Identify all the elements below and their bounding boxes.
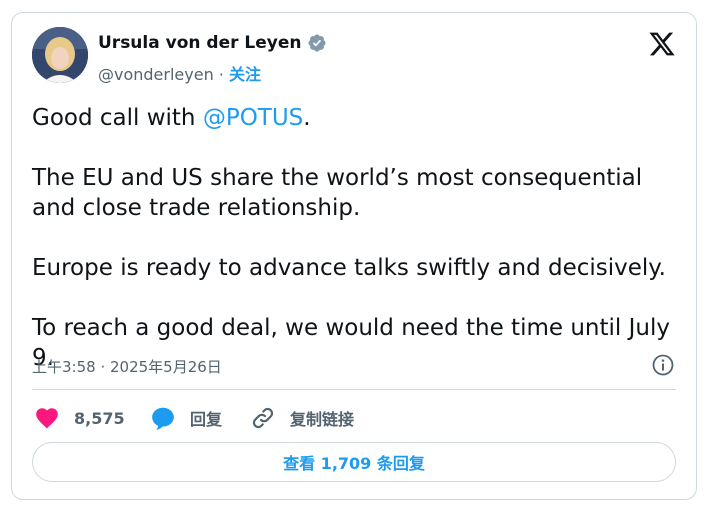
like-count: 8,575 <box>74 408 125 428</box>
follow-button[interactable]: 关注 <box>229 65 261 84</box>
tweet-text-prefix: Good call with <box>32 105 203 131</box>
view-replies-label: 查看 1,709 条回复 <box>283 454 425 473</box>
mention-link[interactable]: @POTUS <box>203 105 303 131</box>
copy-link-button[interactable]: 复制链接 <box>250 405 354 431</box>
author-name-text[interactable]: Ursula von der Leyen <box>98 33 302 53</box>
tweet-paragraph-1: Good call with @POTUS. <box>32 103 682 133</box>
handle-separator: · <box>213 65 229 84</box>
tweet-paragraph-3: Europe is ready to advance talks swiftly… <box>32 255 666 281</box>
tweet-timestamp[interactable]: 上午3:58 · 2025年5月26日 <box>32 356 222 377</box>
view-replies-button[interactable]: 查看 1,709 条回复 <box>32 442 676 482</box>
heart-icon <box>36 408 58 429</box>
reply-bubble-icon <box>152 407 174 430</box>
info-icon[interactable] <box>651 353 675 377</box>
verified-badge-icon <box>307 34 326 52</box>
tweet-card: Ursula von der Leyen @vonderleyen · 关注 G… <box>11 12 697 500</box>
tweet-text-suffix: . <box>303 105 311 131</box>
handle-row: @vonderleyen · 关注 <box>98 61 261 85</box>
like-button[interactable]: 8,575 <box>34 405 125 431</box>
reply-label: 回复 <box>190 410 223 429</box>
author-name[interactable]: Ursula von der Leyen <box>98 33 327 53</box>
reply-button[interactable]: 回复 <box>150 405 222 431</box>
divider <box>32 389 676 390</box>
link-icon <box>252 407 274 429</box>
x-logo-icon[interactable] <box>648 30 676 58</box>
tweet-paragraph-2: The EU and US share the world’s most con… <box>32 165 643 221</box>
avatar[interactable] <box>32 27 88 83</box>
copy-link-label: 复制链接 <box>290 410 355 429</box>
author-handle[interactable]: @vonderleyen <box>98 65 214 84</box>
